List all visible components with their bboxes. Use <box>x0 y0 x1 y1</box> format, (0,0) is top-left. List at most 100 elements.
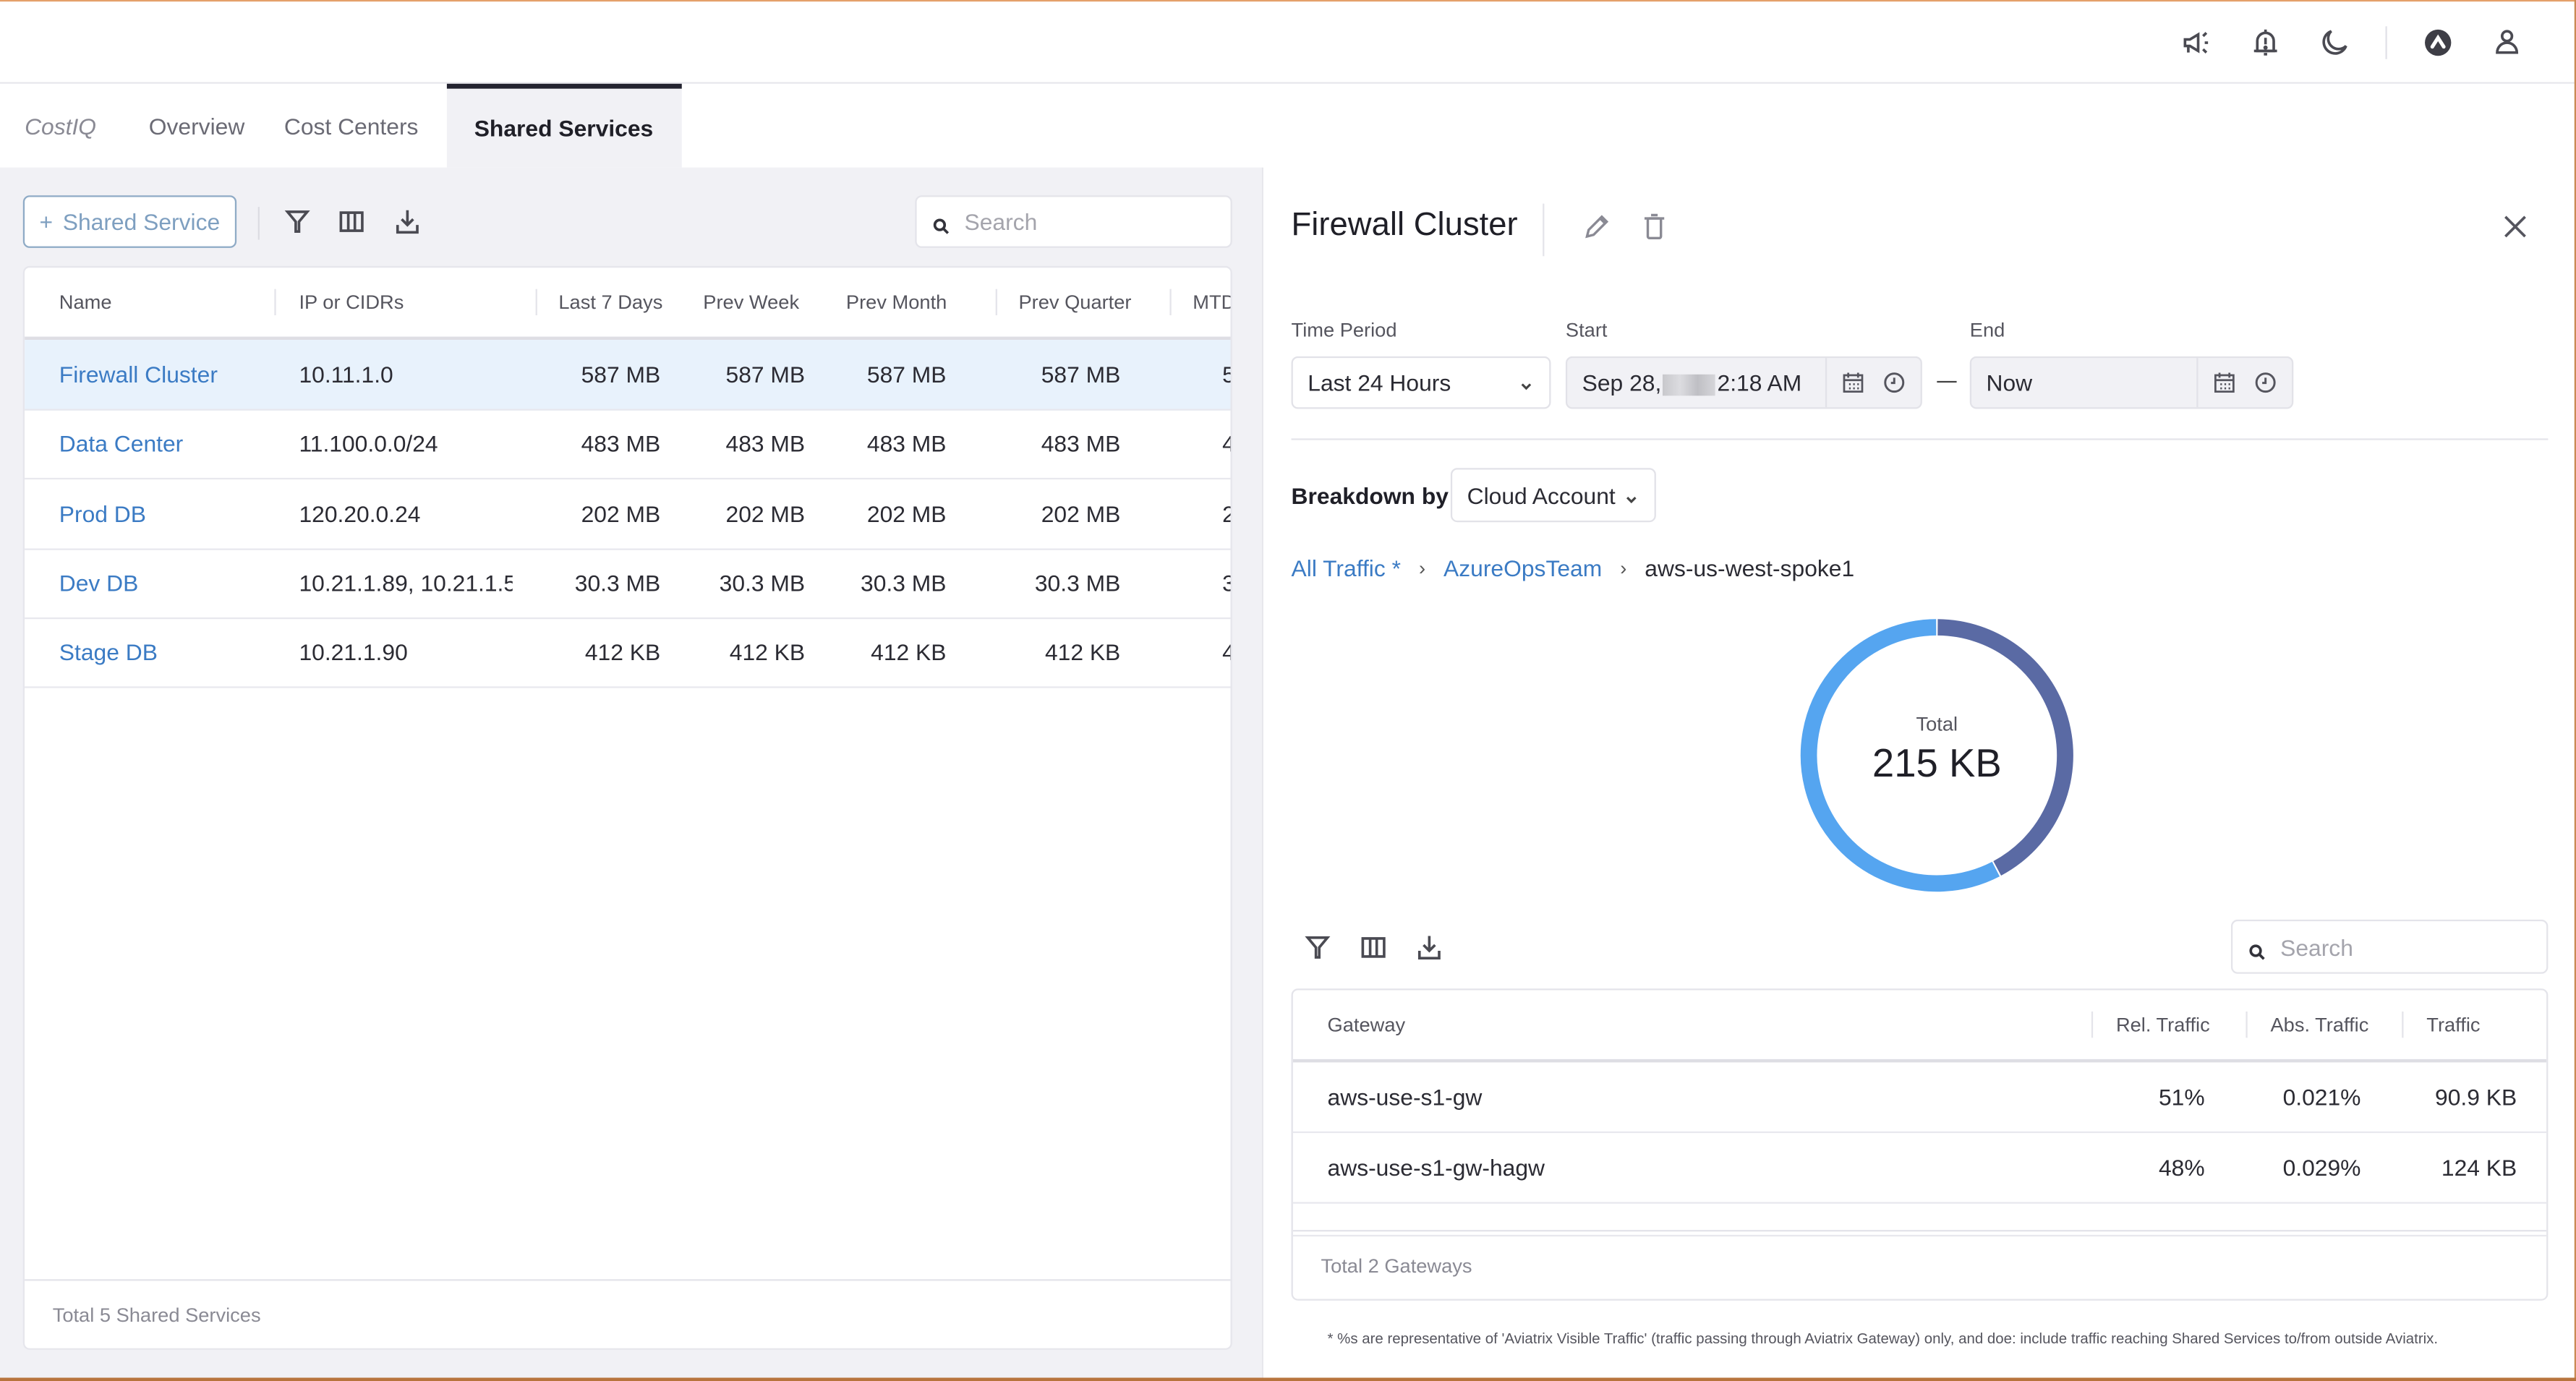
trash-icon[interactable] <box>1638 210 1671 243</box>
start-date-text: Sep 28, <box>1582 369 1662 396</box>
breakdown-by-value: Cloud Account <box>1467 482 1616 508</box>
table-row[interactable]: Dev DB 10.21.1.89, 10.21.1.50 30.3 MB 30.3 … <box>25 548 1231 619</box>
cell-prev-quarter: 202 MB <box>1041 500 1121 527</box>
end-datetime-field[interactable]: Now <box>1969 356 2294 409</box>
table-row[interactable]: aws-use-s1-gw-hagw 48% 0.029% 124 KB <box>1292 1132 2547 1203</box>
clock-icon[interactable] <box>1883 371 1906 394</box>
cell-prev-quarter: 483 MB <box>1041 430 1121 458</box>
service-name-link[interactable]: Firewall Cluster <box>59 340 273 409</box>
start-datetime-field[interactable]: Sep 28, 2:18 AM <box>1565 356 1922 409</box>
cell-prev-quarter: 412 KB <box>1044 638 1121 666</box>
column-resizer[interactable] <box>274 288 276 316</box>
breadcrumb-all-traffic[interactable]: All Traffic * <box>1292 555 1401 581</box>
table-row[interactable]: aws-use-s1-gw 51% 0.021% 90.9 KB <box>1292 1062 2547 1134</box>
cell-ip: 10.21.1.89, 10.21.1.50 <box>299 569 513 597</box>
edit-pencil-icon[interactable] <box>1580 210 1613 243</box>
footnote: * %s are representative of 'Aviatrix Vis… <box>1327 1330 2439 1347</box>
table-row[interactable]: Firewall Cluster 10.11.1.0 587 MB 587 MB 587… <box>25 340 1231 411</box>
search-icon <box>2249 939 2266 959</box>
column-resizer[interactable] <box>2091 1011 2094 1038</box>
user-icon[interactable] <box>2489 25 2525 61</box>
column-header-prev-week[interactable]: Prev Week <box>703 268 799 336</box>
megaphone-icon[interactable] <box>2178 25 2214 61</box>
bell-alert-icon[interactable] <box>2248 25 2284 61</box>
cell-mtd: 587 MB <box>1222 340 1230 409</box>
clock-icon[interactable] <box>2254 371 2277 394</box>
close-icon[interactable] <box>2499 210 2531 243</box>
time-period-value: Last 24 Hours <box>1308 369 1451 396</box>
gateway-search-input[interactable] <box>2277 931 2514 962</box>
shared-services-search[interactable] <box>915 195 1232 248</box>
table-row[interactable]: Prod DB 120.20.0.24 202 MB 202 MB 202 MB 202 … <box>25 479 1231 550</box>
column-header-prev-month[interactable]: Prev Month <box>846 268 947 336</box>
column-header-gateway[interactable]: Gateway <box>1328 990 1406 1059</box>
download-icon[interactable] <box>1415 933 1444 962</box>
cell-prev-week: 483 MB <box>725 430 806 458</box>
title-divider <box>1543 203 1545 257</box>
column-header-abs-traffic[interactable]: Abs. Traffic <box>2270 990 2368 1059</box>
cell-prev-week: 30.3 MB <box>719 569 806 597</box>
table-row[interactable]: Data Center 11.100.0.0/24 483 MB 483 MB 483 … <box>25 409 1231 480</box>
calendar-icon[interactable] <box>1841 371 1864 394</box>
breadcrumb-azureopsteam[interactable]: AzureOpsTeam <box>1443 555 1602 581</box>
column-header-prev-quarter[interactable]: Prev Quarter <box>1018 268 1131 336</box>
aviatrix-logo-icon[interactable] <box>2420 25 2456 61</box>
column-resizer[interactable] <box>535 288 537 316</box>
cell-mtd: 412 KB <box>1222 617 1230 686</box>
cell-ip: 10.11.1.0 <box>299 361 393 388</box>
search-input[interactable] <box>960 207 1198 237</box>
calendar-icon[interactable] <box>2212 371 2235 394</box>
shared-services-table: Name IP or CIDRs Last 7 Days Prev Week P… <box>22 265 1232 1350</box>
window-frame-bottom <box>0 1377 2576 1381</box>
gateway-search[interactable] <box>2230 919 2549 974</box>
cell-prev-month: 30.3 MB <box>861 569 947 597</box>
column-header-rel-traffic[interactable]: Rel. Traffic <box>2116 990 2210 1059</box>
cell-gateway: aws-use-s1-gw <box>1327 1083 1483 1111</box>
start-time-text: 2:18 AM <box>1717 369 1802 396</box>
table-header: Gateway Rel. Traffic Abs. Traffic Traffi… <box>1292 990 2547 1063</box>
cell-rel: 51% <box>2158 1083 2205 1111</box>
cell-prev-month: 412 KB <box>871 638 947 666</box>
service-name-link[interactable]: Data Center <box>59 409 273 478</box>
download-icon[interactable] <box>393 207 422 236</box>
column-header-last7[interactable]: Last 7 Days <box>558 268 662 336</box>
service-name-link[interactable]: Prod DB <box>59 479 273 547</box>
columns-icon[interactable] <box>337 207 367 236</box>
top-header <box>0 1 2575 84</box>
column-resizer[interactable] <box>2402 1011 2404 1038</box>
column-header-ip[interactable]: IP or CIDRs <box>299 268 404 336</box>
cell-traffic: 124 KB <box>2441 1153 2517 1180</box>
add-shared-service-button[interactable]: + Shared Service <box>22 195 236 248</box>
shared-services-list-pane: + Shared Service Name IP or CIDRs Last <box>0 167 1262 1378</box>
start-datetime-value[interactable]: Sep 28, 2:18 AM <box>1567 369 1825 396</box>
end-datetime-value[interactable]: Now <box>1971 369 2196 396</box>
moon-icon[interactable] <box>2316 25 2353 61</box>
cell-prev-month: 587 MB <box>866 361 947 388</box>
start-label: Start <box>1565 318 1608 342</box>
time-period-select[interactable]: Last 24 Hours <box>1291 356 1551 409</box>
table-header: Name IP or CIDRs Last 7 Days Prev Week P… <box>25 268 1231 341</box>
table-row[interactable]: Stage DB 10.21.1.90 412 KB 412 KB 412 KB 412 … <box>25 617 1231 689</box>
donut-total-value: 215 KB <box>1872 742 2002 787</box>
column-header-traffic[interactable]: Traffic <box>2426 990 2480 1059</box>
toolbar-divider <box>257 207 260 240</box>
column-header-mtd[interactable]: MTD <box>1193 268 1230 336</box>
cell-prev-month: 202 MB <box>866 500 947 527</box>
tab-shared-services[interactable]: Shared Services <box>446 83 681 168</box>
filter-icon[interactable] <box>283 207 312 236</box>
column-header-name[interactable]: Name <box>59 268 112 336</box>
column-resizer[interactable] <box>995 288 997 316</box>
tab-overview[interactable]: Overview <box>129 84 265 168</box>
columns-icon[interactable] <box>1359 933 1389 962</box>
column-resizer[interactable] <box>2246 1011 2248 1038</box>
column-resizer[interactable] <box>1169 288 1172 316</box>
service-name-link[interactable]: Dev DB <box>59 548 273 617</box>
section-divider <box>1291 438 2549 440</box>
tab-cost-centers[interactable]: Cost Centers <box>265 84 446 168</box>
breakdown-by-select[interactable]: Cloud Account <box>1450 468 1656 523</box>
filter-icon[interactable] <box>1302 933 1332 962</box>
service-name-link[interactable]: Stage DB <box>59 617 273 686</box>
traffic-donut-chart: Total 215 KB <box>1789 607 2085 903</box>
cell-last7: 587 MB <box>581 361 661 388</box>
table-footer: Total 5 Shared Services <box>25 1279 1231 1348</box>
